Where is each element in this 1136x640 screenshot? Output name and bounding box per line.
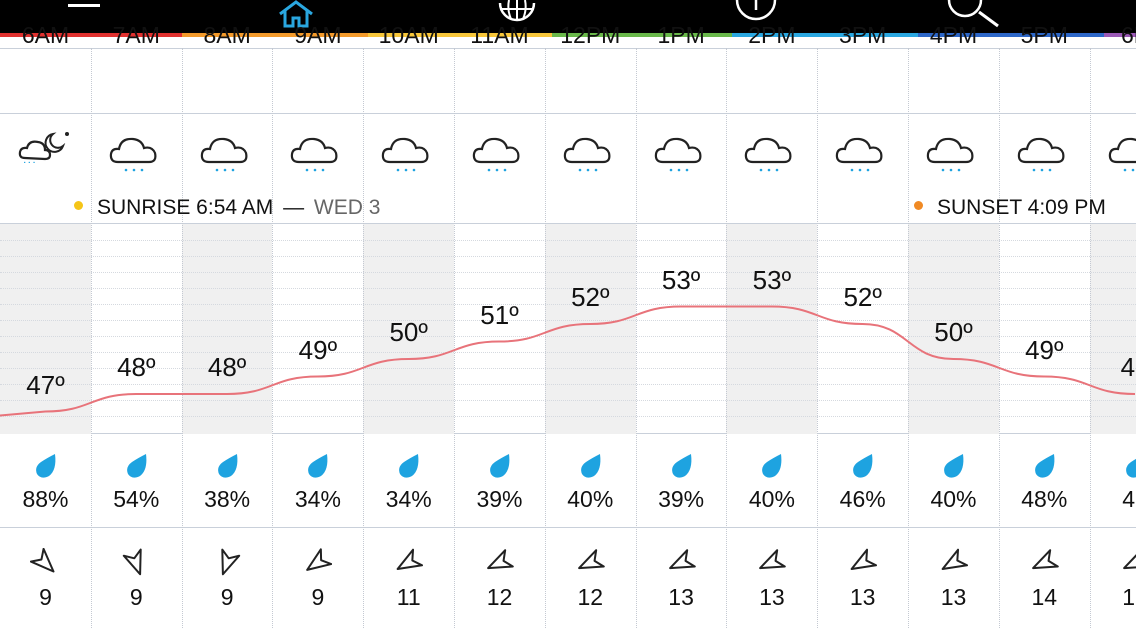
wind-direction-icon xyxy=(941,548,968,570)
precipitation-chance: 39% xyxy=(658,486,705,512)
raindrop-icon xyxy=(762,454,782,478)
raindrop-icon xyxy=(308,454,328,478)
wind-speed: 12 xyxy=(486,584,513,610)
raindrop-icon xyxy=(217,454,237,478)
precipitation-chance: 34% xyxy=(385,486,432,512)
wind-speed: 11 xyxy=(396,584,421,610)
temperature-label: 52º xyxy=(571,282,610,312)
raindrop-icon xyxy=(671,454,691,478)
wind-direction-icon xyxy=(396,548,424,570)
precipitation-chance: 40% xyxy=(748,486,795,512)
wind-speed: 13 xyxy=(759,584,785,610)
wind-direction-icon xyxy=(1031,549,1059,570)
temperature-label: 48 xyxy=(1120,352,1136,382)
raindrop-icon xyxy=(1034,454,1055,478)
wind-direction-icon xyxy=(122,548,142,576)
temperature-label: 53º xyxy=(752,264,792,295)
wind-direction-icon xyxy=(577,549,605,570)
raindrop-icon xyxy=(1125,458,1136,478)
precipitation-chance: 40% xyxy=(567,486,614,512)
wind-speed: 13 xyxy=(1122,584,1136,610)
wind-speed: 9 xyxy=(220,584,234,610)
precipitation-chance: 48% xyxy=(1021,486,1068,512)
precipitation-chance: 34% xyxy=(294,486,341,512)
sunset-label: SUNSET 4:09 PM xyxy=(937,196,1106,219)
wind-direction-icon xyxy=(850,548,878,570)
wind-speed: 9 xyxy=(129,584,143,610)
wind-speed: 9 xyxy=(311,584,325,610)
temperature-label: 51º xyxy=(480,299,519,330)
precipitation-chance: 54% xyxy=(113,486,160,512)
sunset-dot xyxy=(914,201,923,210)
raindrop-icon xyxy=(853,454,873,478)
wind-direction-icon xyxy=(30,548,55,573)
sunrise-separator: — xyxy=(283,196,305,219)
temperature-label: 49º xyxy=(298,334,338,365)
wind-speed: 12 xyxy=(577,584,604,610)
precipitation-chance: 88% xyxy=(22,486,69,512)
raindrop-icon xyxy=(490,454,510,478)
raindrop-icon xyxy=(399,454,419,478)
sunrise-day: WED 3 xyxy=(313,196,381,219)
wind-direction-icon xyxy=(759,549,787,570)
temperature-label: 52º xyxy=(843,282,882,312)
wind-speed: 13 xyxy=(940,584,967,610)
raindrop-icon xyxy=(944,454,964,478)
temperature-label: 49º xyxy=(1025,334,1064,365)
wind-speed: 14 xyxy=(1031,584,1058,610)
sunrise-time: SUNRISE 6:54 AM xyxy=(97,196,274,219)
wind-direction-icon xyxy=(668,549,696,570)
wind-speed: 13 xyxy=(849,584,876,610)
precipitation-chance: 46% xyxy=(839,486,886,512)
wind-direction-icon xyxy=(220,548,240,576)
precipitation-chance: 38% xyxy=(204,486,251,512)
sunrise-label: SUNRISE 6:54 AM — WED 3 xyxy=(97,196,380,220)
temperature-label: 53º xyxy=(661,264,701,295)
precipitation-chance: 48 xyxy=(1122,486,1136,512)
wind-direction-icon xyxy=(487,549,514,570)
raindrop-icon xyxy=(580,454,601,478)
temperature-label: 50º xyxy=(389,317,428,347)
temperature-label: 48º xyxy=(207,352,247,382)
precipitation-chance: 39% xyxy=(476,486,523,512)
temperature-label: 48º xyxy=(117,352,156,382)
wind-speed: 9 xyxy=(39,584,52,610)
wind-direction-icon xyxy=(1122,549,1136,570)
sunrise-dot xyxy=(74,201,83,210)
raindrop-icon xyxy=(126,454,147,478)
hourly-forecast-screen: 6AM 7AM 8AM 9AM 10AM 11AM 12PM 1PM 2PM 3PM 4PM 5PM 6… xyxy=(0,0,1136,640)
precipitation-chance: 40% xyxy=(930,486,977,512)
temperature-label: 47º xyxy=(26,369,65,400)
raindrop-icon xyxy=(36,454,56,478)
temperature-label: 50º xyxy=(934,317,973,347)
wind-speed: 13 xyxy=(668,584,694,610)
wind-direction-icon xyxy=(306,548,333,571)
